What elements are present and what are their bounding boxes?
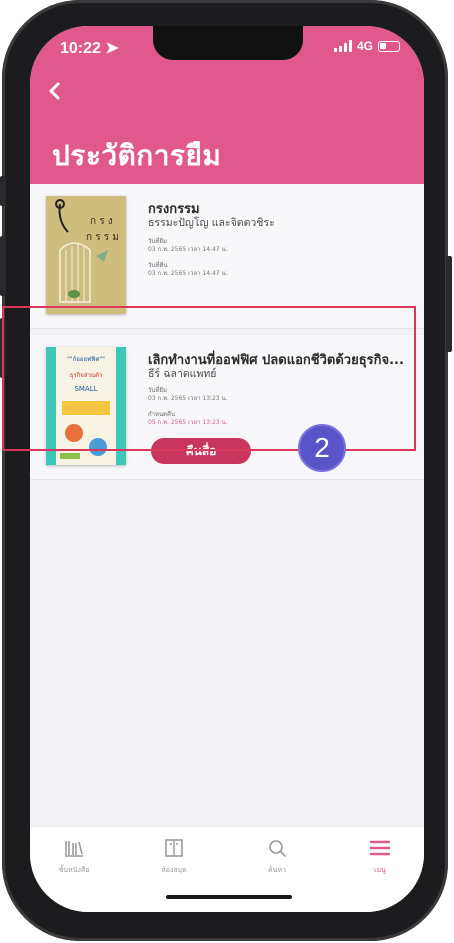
due-date: 05 ก.พ. 2565 เวลา 13:23 น.: [148, 419, 228, 426]
battery-icon: [378, 40, 400, 52]
silent-switch: [0, 176, 6, 206]
tab-menu[interactable]: เมนู: [340, 837, 420, 876]
tab-library[interactable]: ห้องสมุด: [134, 837, 214, 876]
list-item[interactable]: ก ร ง ก ร ร ม กรงกรรม ธรรมะปัญโญ และจิตต…: [30, 184, 424, 329]
borrowed-date: 03 ก.พ. 2565 เวลา 14:47 น.: [148, 246, 228, 253]
status-time: 10:22 ➤: [60, 40, 119, 57]
book-author: ธีร์ ฉลาดแพทย์: [148, 368, 217, 380]
tab-label: ชั้นหนังสือ: [58, 866, 90, 874]
library-icon: [165, 839, 183, 857]
bookshelf-icon: [65, 841, 83, 857]
bottom-tab-bar: ชั้นหนังสือ ห้องสมุด ค้นหา เมนู: [30, 826, 424, 912]
cover-text-line: ""ก้อออฟฟิศ"": [67, 356, 105, 363]
status-icons: 4G: [333, 39, 400, 53]
book-author: ธรรมะปัญโญ และจิตตวชิระ: [148, 217, 275, 229]
back-icon[interactable]: [44, 80, 66, 102]
search-icon: [269, 840, 286, 857]
home-indicator: [166, 895, 292, 899]
returned-date: 03 ก.พ. 2565 เวลา 14:47 น.: [148, 270, 228, 277]
cover-text-line: ก ร ร ม: [86, 232, 119, 243]
tab-label: ค้นหา: [267, 866, 286, 874]
notch: [153, 26, 303, 60]
menu-icon: [369, 840, 391, 856]
tab-label: ห้องสมุด: [161, 866, 187, 874]
page-title: ประวัติการยืม: [52, 139, 222, 172]
book-cover: ก ร ง ก ร ร ม: [46, 196, 126, 314]
borrowed-date: 03 ก.พ. 2565 เวลา 13:23 น.: [148, 395, 228, 402]
cover-text-line: ธุรกิจส่วนตัว: [70, 372, 102, 379]
borrow-history-list: ก ร ง ก ร ร ม กรงกรรม ธรรมะปัญโญ และจิตต…: [30, 184, 424, 480]
app-screen: 10:22 ➤ 4G ประวัติการยืม ก ร ง ก ร ร ม ก…: [30, 26, 424, 912]
network-label: 4G: [356, 39, 373, 53]
step-badge: 2: [298, 424, 346, 472]
book-cover: ""ก้อออฟฟิศ"" ธุรกิจส่วนตัว SMALL: [46, 347, 126, 465]
volume-up-button: [0, 236, 6, 296]
cover-text-line: ก ร ง: [90, 216, 113, 227]
signal-icon: [333, 40, 352, 52]
power-button: [446, 256, 452, 352]
tab-label: เมนู: [374, 866, 386, 874]
volume-down-button: [0, 318, 6, 378]
list-item[interactable]: ""ก้อออฟฟิศ"" ธุรกิจส่วนตัว SMALL เลิกทำ…: [30, 335, 424, 480]
cover-text-line: SMALL: [74, 385, 97, 393]
return-button[interactable]: คืนสื่อ: [151, 438, 251, 464]
tab-search[interactable]: ค้นหา: [237, 837, 317, 876]
tab-bookshelf[interactable]: ชั้นหนังสือ: [34, 837, 114, 876]
